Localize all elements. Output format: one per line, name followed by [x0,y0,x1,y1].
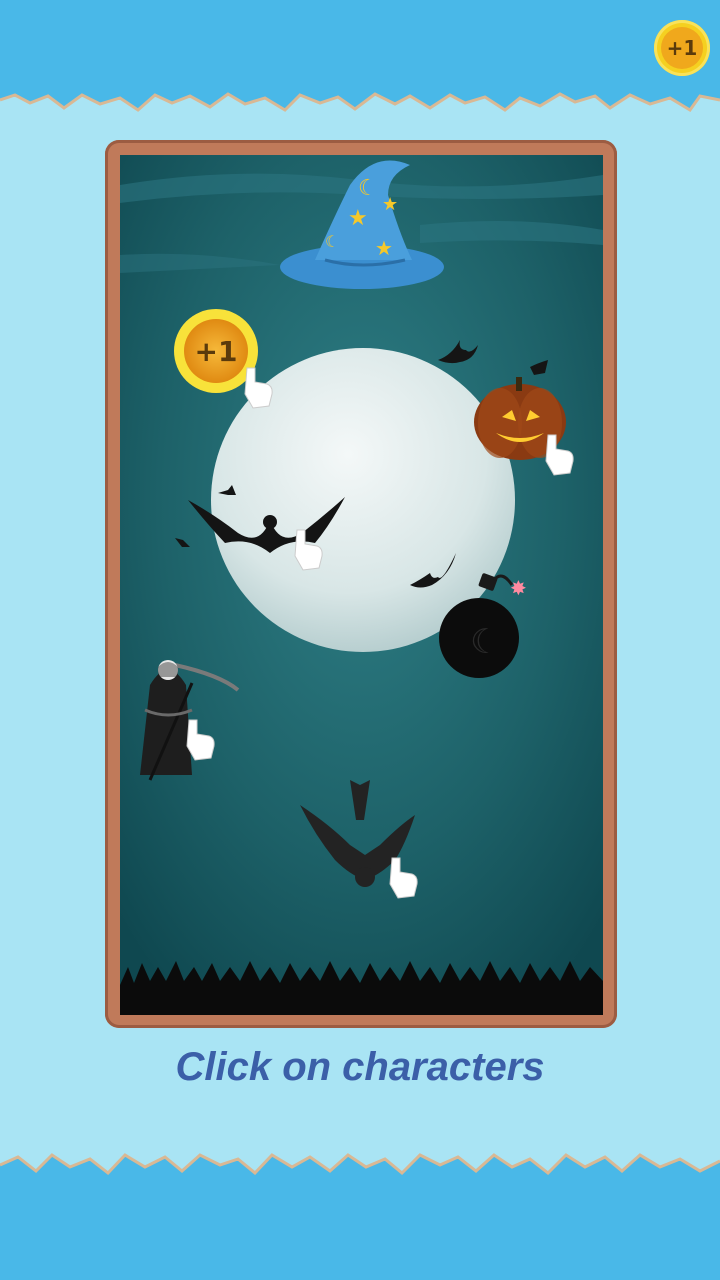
svg-text:☾: ☾ [358,176,378,201]
coin-character-label: +1 [195,335,238,368]
coin-counter-label: +1 [661,27,703,69]
svg-text:☾: ☾ [325,232,339,251]
game-scene[interactable]: ☾ ★ ★ ☾ ★ +1 ✸ ☾ [120,155,603,1015]
instruction-text: Click on characters [175,1045,545,1089]
bottom-banner [0,1153,720,1280]
svg-text:★: ★ [375,236,393,260]
top-banner [0,0,720,112]
svg-text:☾: ☾ [470,622,500,662]
coin-counter: +1 [654,20,710,76]
svg-text:★: ★ [382,194,398,215]
svg-text:★: ★ [348,206,368,231]
svg-text:✸: ✸ [510,576,527,600]
